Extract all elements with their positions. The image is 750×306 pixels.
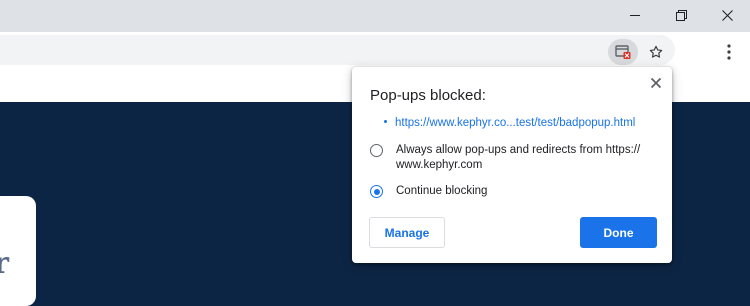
popup-blocked-button[interactable] [608, 39, 638, 65]
option-continue-blocking[interactable]: Continue blocking [370, 184, 656, 199]
option-always-allow[interactable]: Always allow pop-ups and redirects from … [370, 143, 656, 173]
page-logo-card: c er [0, 196, 36, 306]
popup-blocked-icon [615, 45, 631, 59]
minimize-button[interactable] [612, 0, 658, 30]
minimize-icon [630, 15, 640, 16]
radio-continue-blocking[interactable] [370, 185, 383, 198]
close-icon [721, 9, 733, 21]
logo-graphic-bottom: er [0, 246, 9, 281]
vertical-dots-icon [727, 44, 731, 60]
done-button[interactable]: Done [580, 217, 657, 248]
bullet-icon [384, 120, 387, 124]
dialog-close-button[interactable] [648, 75, 664, 91]
option-continue-blocking-label: Continue blocking [396, 185, 488, 197]
option-always-allow-label: Always allow pop-ups and redirects from … [396, 144, 641, 171]
manage-button[interactable]: Manage [369, 217, 445, 248]
radio-always-allow[interactable] [370, 144, 383, 157]
close-icon [651, 78, 661, 88]
browser-titlebar [0, 0, 750, 32]
popups-blocked-dialog: Pop-ups blocked: https://www.kephyr.co..… [352, 67, 672, 263]
star-icon [649, 45, 663, 58]
restore-icon [675, 9, 687, 21]
address-bar[interactable] [0, 35, 675, 65]
dialog-title: Pop-ups blocked: [370, 87, 486, 104]
restore-button[interactable] [658, 0, 704, 30]
blocked-popup-url: https://www.kephyr.co...test/test/badpop… [395, 117, 636, 129]
bookmark-star-button[interactable] [645, 41, 667, 63]
blocked-popup-link[interactable]: https://www.kephyr.co...test/test/badpop… [384, 117, 635, 129]
browser-menu-button[interactable] [718, 41, 740, 63]
close-window-button[interactable] [704, 0, 750, 30]
